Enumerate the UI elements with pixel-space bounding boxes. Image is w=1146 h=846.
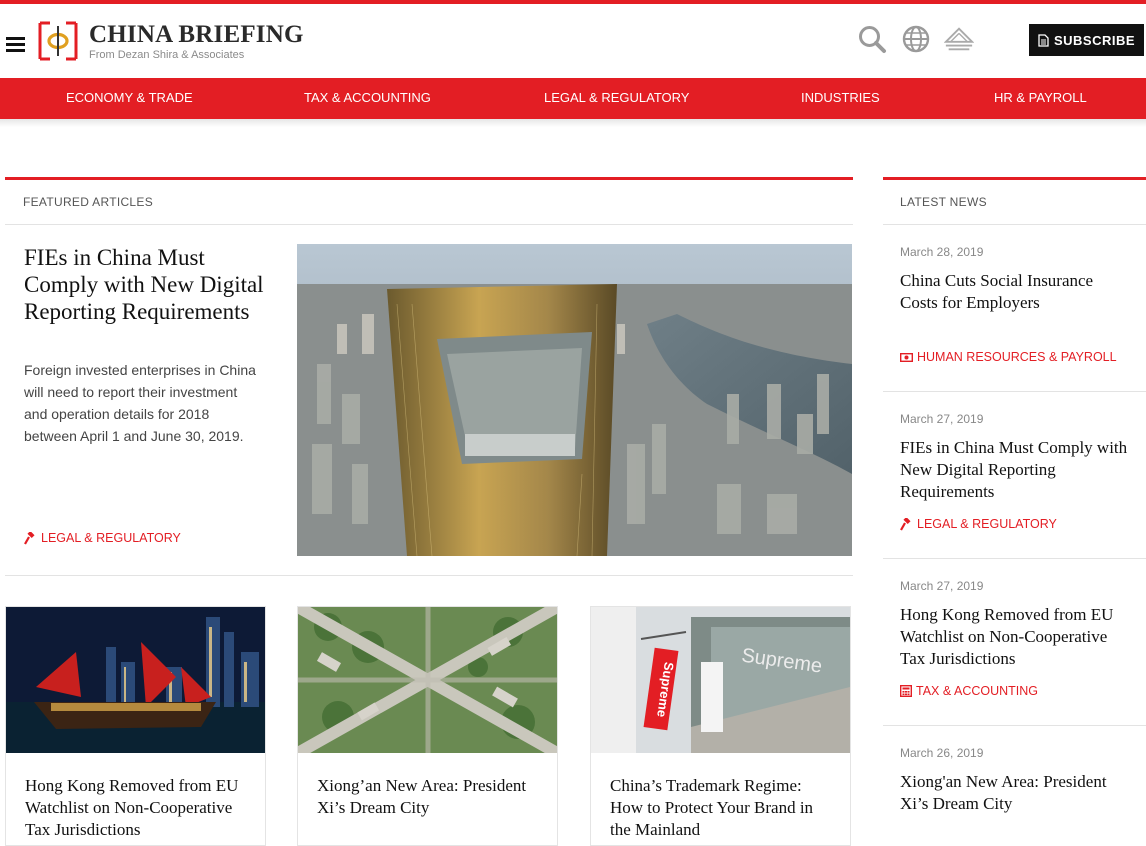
gavel-icon (24, 531, 35, 545)
news-date: March 26, 2019 (900, 746, 984, 760)
news-title[interactable]: Hong Kong Removed from EU Watchlist on N… (900, 604, 1135, 670)
subscribe-label: SUBSCRIBE (1053, 32, 1136, 48)
news-date: March 27, 2019 (900, 412, 984, 426)
article-card-title[interactable]: Hong Kong Removed from EU Watchlist on N… (25, 775, 253, 841)
globe-icon[interactable] (901, 24, 931, 54)
featured-article-image[interactable] (297, 244, 852, 556)
tag-label: HUMAN RESOURCES & PAYROLL (917, 350, 1117, 364)
logo-title[interactable]: China Briefing (89, 20, 304, 50)
logo-subtitle: From Dezan Shira & Associates (89, 49, 245, 61)
nav-tax-accounting[interactable]: TAX & ACCOUNTING (304, 78, 431, 119)
news-date: March 28, 2019 (900, 245, 984, 259)
featured-accent-bar (5, 177, 853, 180)
news-tag[interactable]: HUMAN RESOURCES & PAYROLL (900, 350, 1117, 364)
calculator-icon (900, 685, 912, 697)
dezan-shira-icon[interactable] (944, 24, 974, 54)
tag-label: TAX & ACCOUNTING (916, 684, 1039, 698)
latest-news-heading: LATEST NEWS (900, 195, 987, 209)
divider (5, 575, 853, 576)
article-card[interactable]: Hong Kong Removed from EU Watchlist on N… (5, 606, 266, 846)
nav-industries[interactable]: INDUSTRIES (801, 78, 880, 119)
news-item[interactable]: March 26, 2019 Xiong'an New Area: Presid… (883, 725, 1146, 842)
article-card[interactable]: Supreme Supreme China’s Trademark Regime… (590, 606, 851, 846)
subscribe-button[interactable]: SUBSCRIBE (1029, 24, 1144, 56)
nav-economy-trade[interactable]: ECONOMY & TRADE (66, 78, 193, 119)
featured-article-description: Foreign invested enterprises in China wi… (24, 362, 256, 444)
nav-legal-regulatory[interactable]: LEGAL & REGULATORY (544, 78, 689, 119)
news-title[interactable]: FIEs in China Must Comply with New Digit… (900, 437, 1135, 503)
tag-label: LEGAL & REGULATORY (917, 517, 1057, 531)
search-icon[interactable] (857, 24, 887, 54)
hong-kong-junk-boat-photo (6, 607, 265, 753)
logo-mark[interactable] (37, 20, 79, 62)
news-title[interactable]: Xiong'an New Area: President Xi’s Dream … (900, 771, 1135, 815)
nav-hr-payroll[interactable]: HR & PAYROLL (994, 78, 1087, 119)
menu-icon[interactable] (6, 37, 25, 53)
shanghai-skyline-photo (297, 244, 852, 556)
main-nav: ECONOMY & TRADE TAX & ACCOUNTING LEGAL &… (0, 78, 1146, 119)
featured-heading: FEATURED ARTICLES (23, 195, 154, 209)
nav-shadow (0, 119, 1146, 127)
news-item[interactable]: March 27, 2019 Hong Kong Removed from EU… (883, 558, 1146, 725)
featured-article-tag[interactable]: LEGAL & REGULATORY (24, 531, 181, 545)
news-item[interactable]: March 28, 2019 China Cuts Social Insuran… (883, 224, 1146, 391)
news-tag[interactable]: LEGAL & REGULATORY (900, 517, 1057, 531)
divider (5, 224, 853, 225)
article-card-title[interactable]: Xiong’an New Area: President Xi’s Dream … (317, 775, 545, 819)
news-item[interactable]: March 27, 2019 FIEs in China Must Comply… (883, 391, 1146, 558)
article-card-title[interactable]: China’s Trademark Regime: How to Protect… (610, 775, 838, 841)
news-title[interactable]: China Cuts Social Insurance Costs for Em… (900, 270, 1135, 314)
gavel-icon (900, 517, 911, 531)
news-tag[interactable]: TAX & ACCOUNTING (900, 684, 1038, 698)
article-card[interactable]: Xiong’an New Area: President Xi’s Dream … (297, 606, 558, 846)
news-date: March 27, 2019 (900, 579, 984, 593)
money-icon (900, 352, 913, 362)
document-icon (1038, 33, 1049, 47)
supreme-store-photo: Supreme Supreme (591, 607, 850, 753)
latest-news-accent-bar (883, 177, 1146, 180)
site-header: China Briefing From Dezan Shira & Associ… (0, 4, 1146, 78)
aerial-city-photo (298, 607, 557, 753)
tag-label: LEGAL & REGULATORY (41, 531, 181, 545)
featured-article-title[interactable]: FIEs in China Must Comply with New Digit… (24, 244, 274, 325)
